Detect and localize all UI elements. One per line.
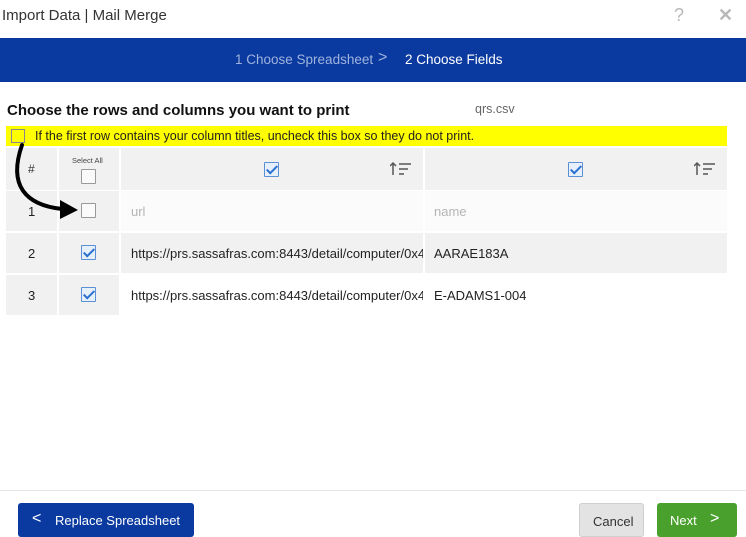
first-row-checkbox[interactable] [11, 129, 25, 143]
table-row-1-url-cell [121, 191, 423, 231]
help-icon[interactable]: ? [674, 5, 684, 26]
chevron-left-icon: < [32, 510, 42, 527]
column-name-checkbox[interactable] [568, 162, 583, 177]
cancel-label: Cancel [593, 514, 634, 529]
url-value: https://prs.sassafras.com:8443/detail/co… [131, 246, 423, 261]
row-2-checkbox[interactable] [81, 245, 96, 260]
first-row-notice: If the first row contains your column ti… [6, 126, 727, 146]
row-number: 1 [28, 204, 36, 219]
steps-bar: 1 Choose Spreadsheet > 2 Choose Fields [0, 38, 746, 82]
row-1-checkbox[interactable] [81, 203, 96, 218]
title-bar: Import Data | Mail Merge ? ✕ [0, 0, 746, 38]
select-all-checkbox[interactable] [81, 169, 96, 184]
row-number: 3 [28, 288, 36, 303]
table-row-1-name-cell [425, 191, 727, 231]
file-name: qrs.csv [475, 102, 515, 116]
name-value: E-ADAMS1-004 [434, 288, 527, 303]
next-label: Next [670, 513, 697, 528]
footer-divider [0, 490, 746, 491]
chevron-right-icon: > [710, 510, 720, 527]
row-3-checkbox[interactable] [81, 287, 96, 302]
header-num: # [28, 162, 35, 176]
url-value: https://prs.sassafras.com:8443/detail/co… [131, 288, 423, 303]
close-icon[interactable]: ✕ [718, 5, 733, 26]
sort-ascending-icon[interactable] [694, 161, 716, 177]
page-heading: Choose the rows and columns you want to … [7, 102, 350, 119]
name-value: AARAE183A [434, 246, 509, 261]
chevron-right-icon: > [378, 49, 388, 66]
step-choose-fields[interactable]: 2 Choose Fields [405, 52, 503, 67]
sort-ascending-icon[interactable] [390, 161, 412, 177]
name-placeholder: name [434, 204, 467, 219]
replace-spreadsheet-label: Replace Spreadsheet [55, 513, 181, 528]
select-all-label: Select All [72, 156, 103, 165]
window-title: Import Data | Mail Merge [2, 7, 167, 24]
url-placeholder: url [131, 204, 146, 219]
first-row-notice-text: If the first row contains your column ti… [35, 129, 475, 143]
column-url-checkbox[interactable] [264, 162, 279, 177]
row-number: 2 [28, 246, 36, 261]
step-choose-spreadsheet[interactable]: 1 Choose Spreadsheet [235, 52, 373, 67]
